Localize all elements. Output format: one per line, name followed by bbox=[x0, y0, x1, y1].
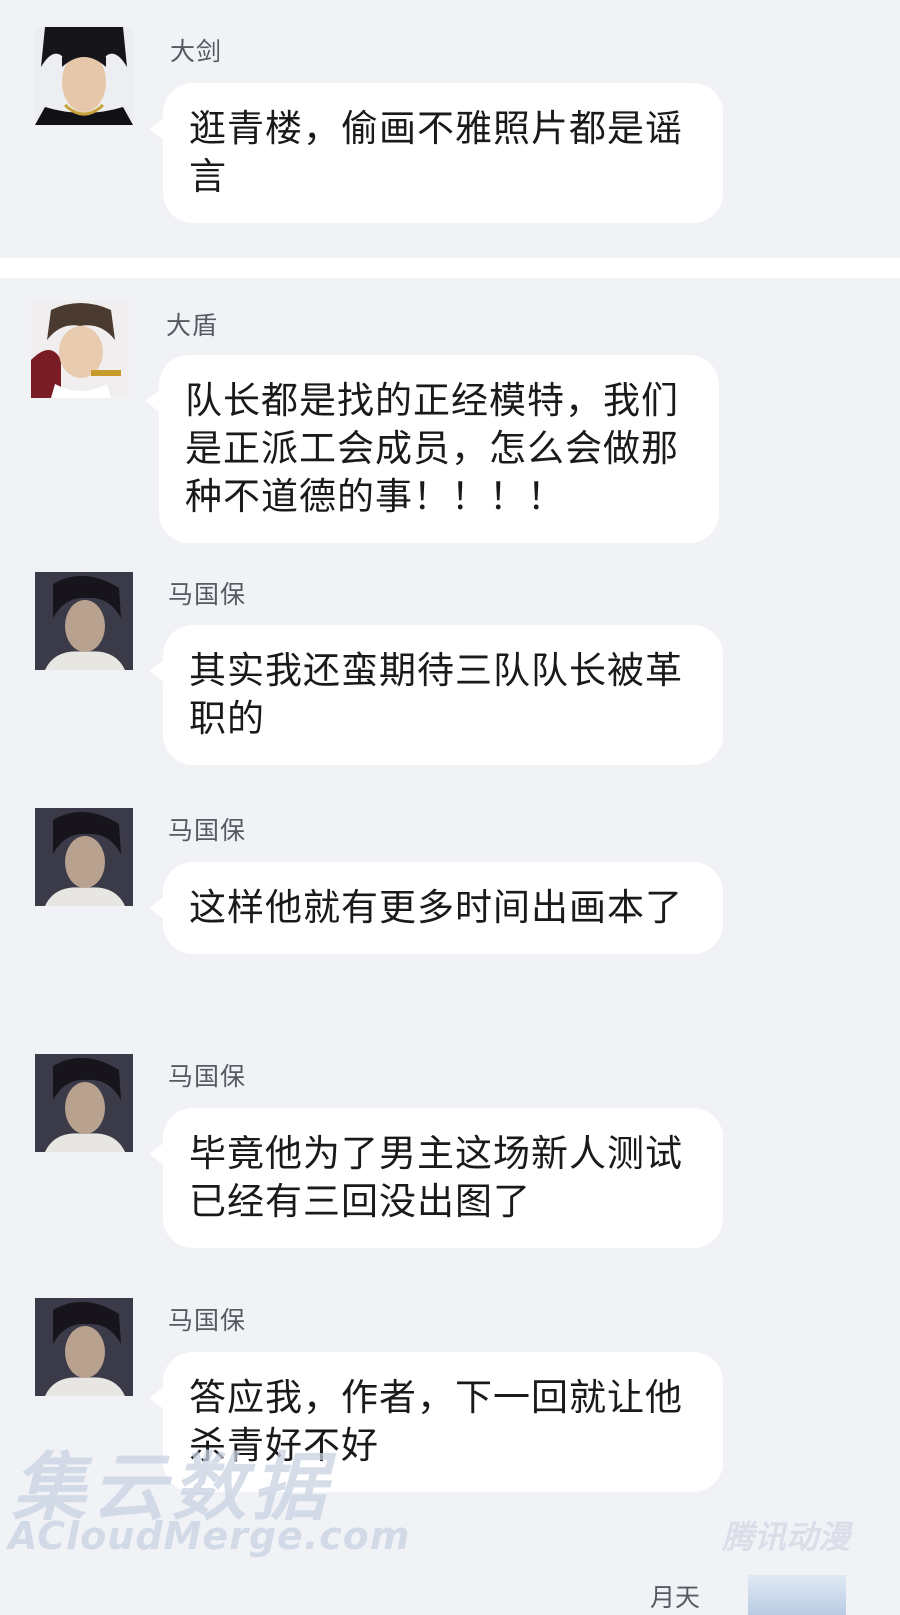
sender-name: 马国保 bbox=[168, 816, 247, 845]
sender-name: 马国保 bbox=[168, 580, 247, 609]
message-bubble[interactable]: 队长都是找的正经模特，我们是正派工会成员，怎么会做那种不道德的事！！！！ bbox=[145, 355, 719, 543]
sender-avatar[interactable] bbox=[35, 808, 133, 906]
sender-name: 大剑 bbox=[170, 37, 223, 66]
partial-sender-avatar[interactable] bbox=[748, 1575, 846, 1615]
message-bubble[interactable]: 毕竟他为了男主这场新人测试已经有三回没出图了 bbox=[149, 1108, 723, 1248]
sender-avatar[interactable] bbox=[31, 300, 129, 398]
message-bubble[interactable]: 逛青楼，偷画不雅照片都是谣言 bbox=[149, 83, 723, 223]
watermark-logo: 腾讯动漫 bbox=[722, 1518, 851, 1556]
sender-avatar[interactable] bbox=[35, 1298, 133, 1396]
sender-name: 大盾 bbox=[166, 311, 219, 340]
sender-avatar[interactable] bbox=[35, 572, 133, 670]
panel-divider bbox=[0, 258, 900, 278]
message-bubble[interactable]: 其实我还蛮期待三队队长被革职的 bbox=[149, 625, 723, 765]
sender-name: 马国保 bbox=[168, 1062, 247, 1091]
partial-sender-name: 月天 bbox=[650, 1583, 701, 1612]
sender-avatar[interactable] bbox=[35, 1054, 133, 1152]
message-bubble[interactable]: 这样他就有更多时间出画本了 bbox=[149, 862, 723, 954]
sender-name: 马国保 bbox=[168, 1306, 247, 1335]
sender-avatar[interactable] bbox=[35, 27, 133, 125]
watermark-english: ACloudMerge.com bbox=[8, 1514, 411, 1558]
